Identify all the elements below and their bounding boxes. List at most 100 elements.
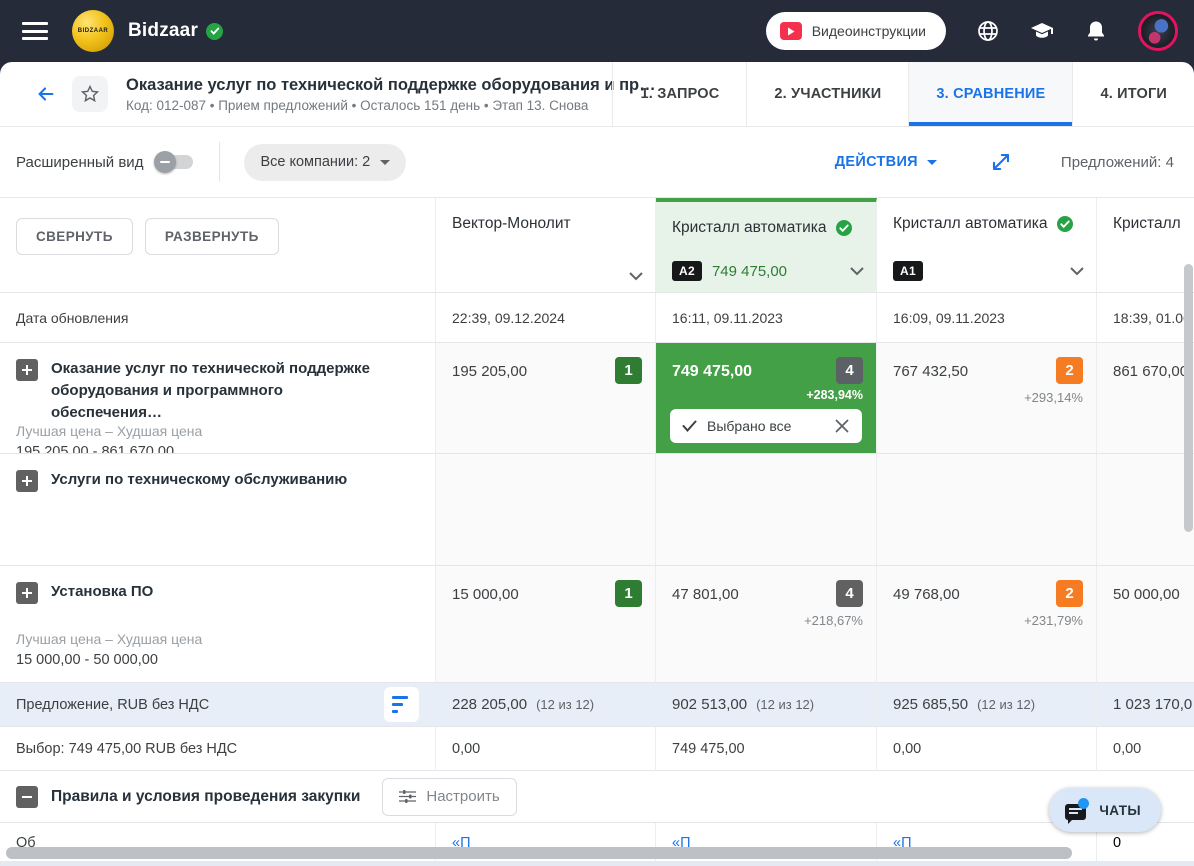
lot-row: Оказание услуг по технической поддержке … (0, 343, 1194, 454)
price-cell-empty[interactable] (1097, 454, 1194, 566)
language-globe-icon[interactable] (976, 19, 1000, 43)
price-cell-empty[interactable] (436, 454, 656, 566)
selection-amount: 0,00 (436, 727, 656, 771)
chevron-down-icon[interactable] (629, 272, 643, 281)
back-button[interactable] (26, 74, 66, 114)
company-column-header-selected[interactable]: Кристалл автоматика A2 749 475,00 (656, 198, 877, 293)
price-cell[interactable]: 861 670,00 (1097, 343, 1194, 454)
companies-filter-dropdown[interactable]: Все компании: 2 (244, 144, 406, 181)
page-title: Оказание услуг по технической поддержке … (126, 76, 656, 95)
user-avatar[interactable] (1138, 11, 1178, 51)
notification-dot (1078, 798, 1089, 809)
company-column-header[interactable]: Кристалл (1097, 198, 1194, 293)
chevron-down-icon[interactable] (1070, 267, 1084, 276)
update-date: 18:39, 01.06 (1097, 293, 1194, 343)
page-meta: Код: 012-087 • Прием предложений • Остал… (126, 98, 656, 113)
advanced-view-toggle[interactable] (157, 155, 193, 169)
proposal-amount: 1 023 170,0 (1113, 696, 1192, 713)
bid-badge: A1 (893, 261, 923, 281)
lot-title[interactable]: Услуги по техническому обслуживанию (51, 469, 377, 491)
company-name: Кристалл (1113, 215, 1180, 233)
price-range-label: Лучшая цена – Худшая цена (16, 423, 419, 439)
update-date: 16:11, 09.11.2023 (656, 293, 877, 343)
selection-total-row: Выбор: 749 475,00 RUB без НДС 0,00 749 4… (0, 727, 1194, 771)
chevron-down-icon (380, 160, 390, 165)
items-count: (12 из 12) (977, 697, 1035, 712)
configure-button[interactable]: Настроить (382, 778, 516, 816)
rank-badge: 2 (1056, 580, 1083, 607)
actions-dropdown[interactable]: ДЕЙСТВИЯ (835, 154, 937, 170)
price-cell[interactable]: 15 000,00 1 (436, 566, 656, 683)
favorite-star-icon[interactable] (72, 76, 108, 112)
company-column-header[interactable]: Кристалл автоматика A1 (877, 198, 1097, 293)
comparison-toolbar: Расширенный вид Все компании: 2 ДЕЙСТВИЯ… (0, 127, 1194, 198)
update-date: 22:39, 09.12.2024 (436, 293, 656, 343)
price-range-value: 15 000,00 - 50 000,00 (16, 652, 419, 668)
price-cell-empty[interactable] (656, 454, 877, 566)
play-icon (780, 22, 802, 40)
chevron-down-icon (927, 160, 937, 165)
update-date-row: Дата обновления 22:39, 09.12.2024 16:11,… (0, 293, 1194, 343)
lot-row: Услуги по техническому обслуживанию (0, 454, 1194, 566)
toggle-knob (154, 151, 176, 173)
menu-icon[interactable] (22, 22, 48, 40)
advanced-view-label: Расширенный вид (16, 154, 143, 171)
notifications-bell-icon[interactable] (1084, 19, 1108, 43)
price-range-label: Лучшая цена – Худшая цена (16, 631, 419, 647)
price-delta: +283,94% (806, 388, 863, 402)
collapse-all-button[interactable]: СВЕРНУТЬ (16, 218, 133, 255)
video-instructions-button[interactable]: Видеоинструкции (766, 12, 946, 50)
price-cell[interactable]: 47 801,00 4 +218,67% (656, 566, 877, 683)
price-cell-selected[interactable]: 749 475,00 4 +283,94% Выбрано все (656, 343, 877, 454)
bottom-edge-strip (0, 861, 1194, 866)
sort-icon[interactable] (384, 687, 419, 722)
selected-all-pill[interactable]: Выбрано все (670, 409, 862, 443)
verified-icon (835, 219, 853, 237)
selection-amount: 0,00 (877, 727, 1097, 771)
configure-label: Настроить (426, 788, 499, 805)
tune-icon (399, 789, 416, 804)
education-cap-icon[interactable] (1030, 19, 1054, 43)
check-icon (682, 420, 697, 432)
proposals-count: Предложений: 4 (1061, 154, 1174, 171)
tab-request[interactable]: 1. ЗАПРОС (612, 62, 746, 126)
chats-button[interactable]: ЧАТЫ (1049, 788, 1161, 832)
price-delta: +231,79% (1024, 613, 1083, 628)
procurement-header: Оказание услуг по технической поддержке … (0, 62, 1194, 127)
price-cell[interactable]: 50 000,00 (1097, 566, 1194, 683)
proposal-amount: 902 513,00 (672, 696, 747, 713)
company-name: Вектор-Монолит (452, 215, 641, 233)
lot-title[interactable]: Оказание услуг по технической поддержке … (51, 358, 419, 423)
selection-amount: 0,00 (1097, 727, 1194, 771)
collapse-minus-icon[interactable] (16, 786, 38, 808)
chat-icon (1065, 800, 1089, 820)
tab-participants[interactable]: 2. УЧАСТНИКИ (746, 62, 908, 126)
tab-comparison[interactable]: 3. СРАВНЕНИЕ (908, 62, 1072, 126)
company-column-header[interactable]: Вектор-Монолит (436, 198, 656, 293)
price-cell-empty[interactable] (877, 454, 1097, 566)
companies-filter-label: Все компании: 2 (260, 154, 370, 170)
bid-badge: A2 (672, 261, 702, 281)
expand-all-button[interactable]: РАЗВЕРНУТЬ (145, 218, 279, 255)
expand-plus-icon[interactable] (16, 582, 38, 604)
expand-plus-icon[interactable] (16, 359, 38, 381)
chevron-down-icon[interactable] (850, 267, 864, 276)
row-label: Предложение, RUB без НДС (16, 697, 209, 713)
price-cell[interactable]: 767 432,50 2 +293,14% (877, 343, 1097, 454)
lot-title[interactable]: Установка ПО (51, 581, 183, 603)
tab-results[interactable]: 4. ИТОГИ (1072, 62, 1194, 126)
expand-plus-icon[interactable] (16, 470, 38, 492)
price-delta: +293,14% (1024, 390, 1083, 405)
close-icon[interactable] (834, 418, 850, 434)
table-header-row: СВЕРНУТЬ РАЗВЕРНУТЬ Вектор-Монолит Крист… (0, 198, 1194, 293)
price-cell[interactable]: 195 205,00 1 (436, 343, 656, 454)
horizontal-scrollbar-thumb[interactable] (6, 847, 1072, 859)
price-cell[interactable]: 49 768,00 2 +231,79% (877, 566, 1097, 683)
horizontal-scrollbar-track[interactable] (0, 845, 1194, 866)
bid-price: 749 475,00 (712, 263, 787, 280)
row-label: Выбор: 749 475,00 RUB без НДС (0, 727, 436, 771)
proposal-amount: 925 685,50 (893, 696, 968, 713)
bidzaar-logo[interactable]: BIDZAAR (72, 10, 114, 52)
fullscreen-expand-icon[interactable] (989, 150, 1013, 174)
vertical-scrollbar[interactable] (1184, 264, 1193, 532)
